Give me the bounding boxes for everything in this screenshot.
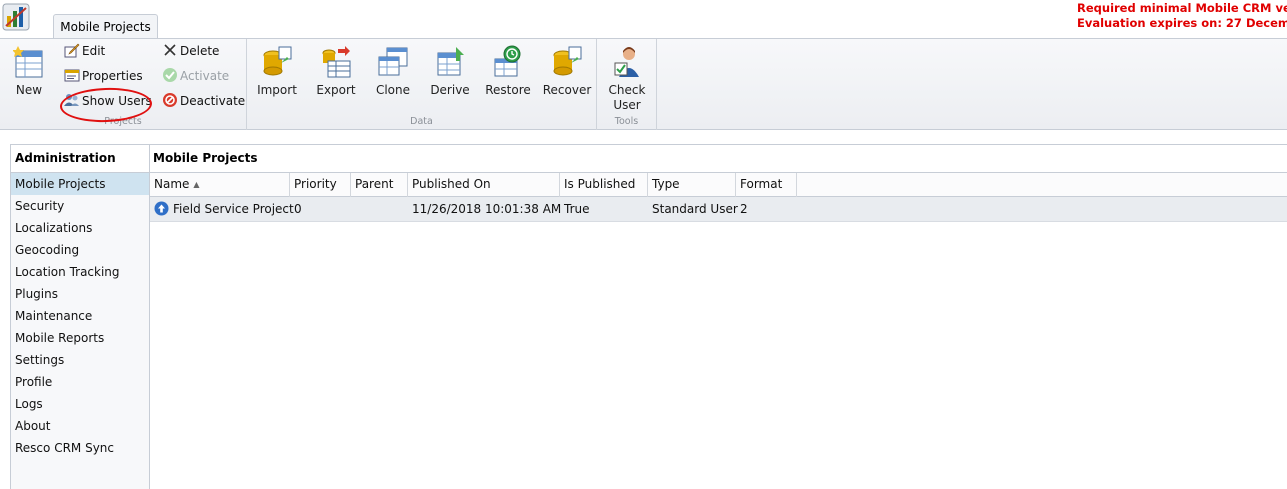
recover-label: Recover — [542, 83, 592, 97]
clone-icon — [377, 45, 409, 79]
deactivate-label: Deactivate — [180, 94, 246, 108]
grid-header: Name ▲ Priority Parent Published On Is Pu… — [150, 173, 1287, 197]
table-row[interactable]: Field Service Project 0 11/26/2018 10:01… — [150, 197, 1287, 222]
column-header-name[interactable]: Name ▲ — [150, 173, 290, 197]
import-button[interactable]: Import — [249, 43, 305, 109]
cell-name-text: Field Service Project — [173, 202, 294, 216]
sort-ascending-icon: ▲ — [193, 180, 200, 189]
edit-button[interactable]: Edit — [64, 41, 105, 61]
sidebar-item-resco-crm-sync[interactable]: Resco CRM Sync — [11, 437, 149, 459]
data-group: Import Export Clone Derive Restore Recov… — [247, 39, 597, 130]
edit-icon — [64, 42, 80, 58]
import-label: Import — [257, 83, 297, 97]
cell-is-published: True — [564, 202, 590, 216]
sidebar-item-security[interactable]: Security — [11, 195, 149, 217]
page-title: Mobile Projects — [150, 145, 1287, 173]
new-project-icon — [12, 45, 45, 79]
new-button-label: New — [15, 83, 43, 97]
sidebar-item-profile[interactable]: Profile — [11, 371, 149, 393]
properties-button[interactable]: Properties — [64, 66, 143, 86]
recover-button[interactable]: Recover — [539, 43, 595, 109]
properties-icon — [64, 67, 80, 83]
sidebar-item-about[interactable]: About — [11, 415, 149, 437]
column-header-priority[interactable]: Priority — [290, 173, 351, 197]
new-button[interactable]: New — [1, 43, 57, 109]
clone-button[interactable]: Clone — [365, 43, 421, 109]
delete-button[interactable]: Delete — [162, 41, 219, 61]
edit-label: Edit — [82, 44, 106, 58]
check-user-label-line2: User — [613, 98, 641, 112]
sidebar-item-mobile-reports[interactable]: Mobile Reports — [11, 327, 149, 349]
cell-priority: 0 — [294, 202, 302, 216]
sidebar-item-logs[interactable]: Logs — [11, 393, 149, 415]
restore-label: Restore — [485, 83, 531, 97]
activate-check-icon — [162, 67, 178, 83]
export-label: Export — [316, 83, 356, 97]
derive-button[interactable]: Derive — [422, 43, 478, 109]
data-group-label: Data — [410, 116, 433, 127]
column-header-is-published[interactable]: Is Published — [560, 173, 648, 197]
delete-x-icon — [162, 42, 178, 58]
ribbon: New Edit Properties Show Users Delete Ac… — [0, 38, 1287, 130]
published-project-icon — [154, 200, 169, 216]
tools-group-label: Tools — [614, 116, 639, 127]
column-header-type[interactable]: Type — [648, 173, 736, 197]
cell-type: Standard User — [652, 202, 738, 216]
deactivate-button[interactable]: Deactivate — [162, 91, 245, 111]
column-header-format[interactable]: Format — [736, 173, 797, 197]
column-header-parent[interactable]: Parent — [351, 173, 408, 197]
properties-label: Properties — [82, 69, 143, 83]
admin-sidebar: Administration Mobile Projects Security … — [10, 144, 150, 489]
check-user-icon — [611, 45, 643, 79]
column-name-label: Name — [154, 177, 190, 191]
deactivate-icon — [162, 92, 178, 108]
activate-label: Activate — [180, 69, 230, 83]
activate-button[interactable]: Activate — [162, 66, 229, 86]
main-panel: Mobile Projects Name ▲ Priority Parent Pu… — [150, 144, 1287, 489]
sidebar-item-mobile-projects[interactable]: Mobile Projects — [11, 173, 149, 195]
app-logo-icon[interactable] — [2, 2, 34, 32]
sidebar-item-plugins[interactable]: Plugins — [11, 283, 149, 305]
cell-parent — [351, 197, 408, 221]
cell-published-on: 11/26/2018 10:01:38 AM — [412, 202, 562, 216]
clone-label: Clone — [375, 83, 411, 97]
export-button[interactable]: Export — [308, 43, 364, 109]
import-icon — [261, 45, 293, 79]
warning-line-1: Required minimal Mobile CRM ver — [1077, 1, 1287, 15]
check-user-label-line1: Check — [608, 83, 646, 97]
recover-icon — [551, 45, 583, 79]
restore-icon — [492, 45, 524, 79]
warning-line-2: Evaluation expires on: 27 Decemb — [1077, 16, 1287, 30]
sidebar-item-settings[interactable]: Settings — [11, 349, 149, 371]
cell-format: 2 — [740, 202, 748, 216]
sidebar-item-geocoding[interactable]: Geocoding — [11, 239, 149, 261]
sidebar-item-location-tracking[interactable]: Location Tracking — [11, 261, 149, 283]
derive-label: Derive — [430, 83, 470, 97]
check-user-button[interactable]: Check User — [599, 43, 655, 112]
delete-label: Delete — [180, 44, 220, 58]
export-icon — [320, 45, 352, 79]
tab-mobile-projects[interactable]: Mobile Projects — [53, 14, 158, 39]
evaluation-warning: Required minimal Mobile CRM ver Evaluati… — [1077, 1, 1287, 31]
restore-button[interactable]: Restore — [480, 43, 536, 109]
cell-name: Field Service Project — [150, 197, 294, 221]
column-header-published-on[interactable]: Published On — [408, 173, 560, 197]
sidebar-item-localizations[interactable]: Localizations — [11, 217, 149, 239]
sidebar-item-maintenance[interactable]: Maintenance — [11, 305, 149, 327]
title-strip: Mobile Projects Required minimal Mobile … — [0, 0, 1287, 39]
derive-icon — [434, 45, 466, 79]
check-user-label: Check User — [599, 83, 655, 113]
sidebar-title: Administration — [11, 145, 149, 173]
tools-group: Check User Tools — [597, 39, 657, 130]
